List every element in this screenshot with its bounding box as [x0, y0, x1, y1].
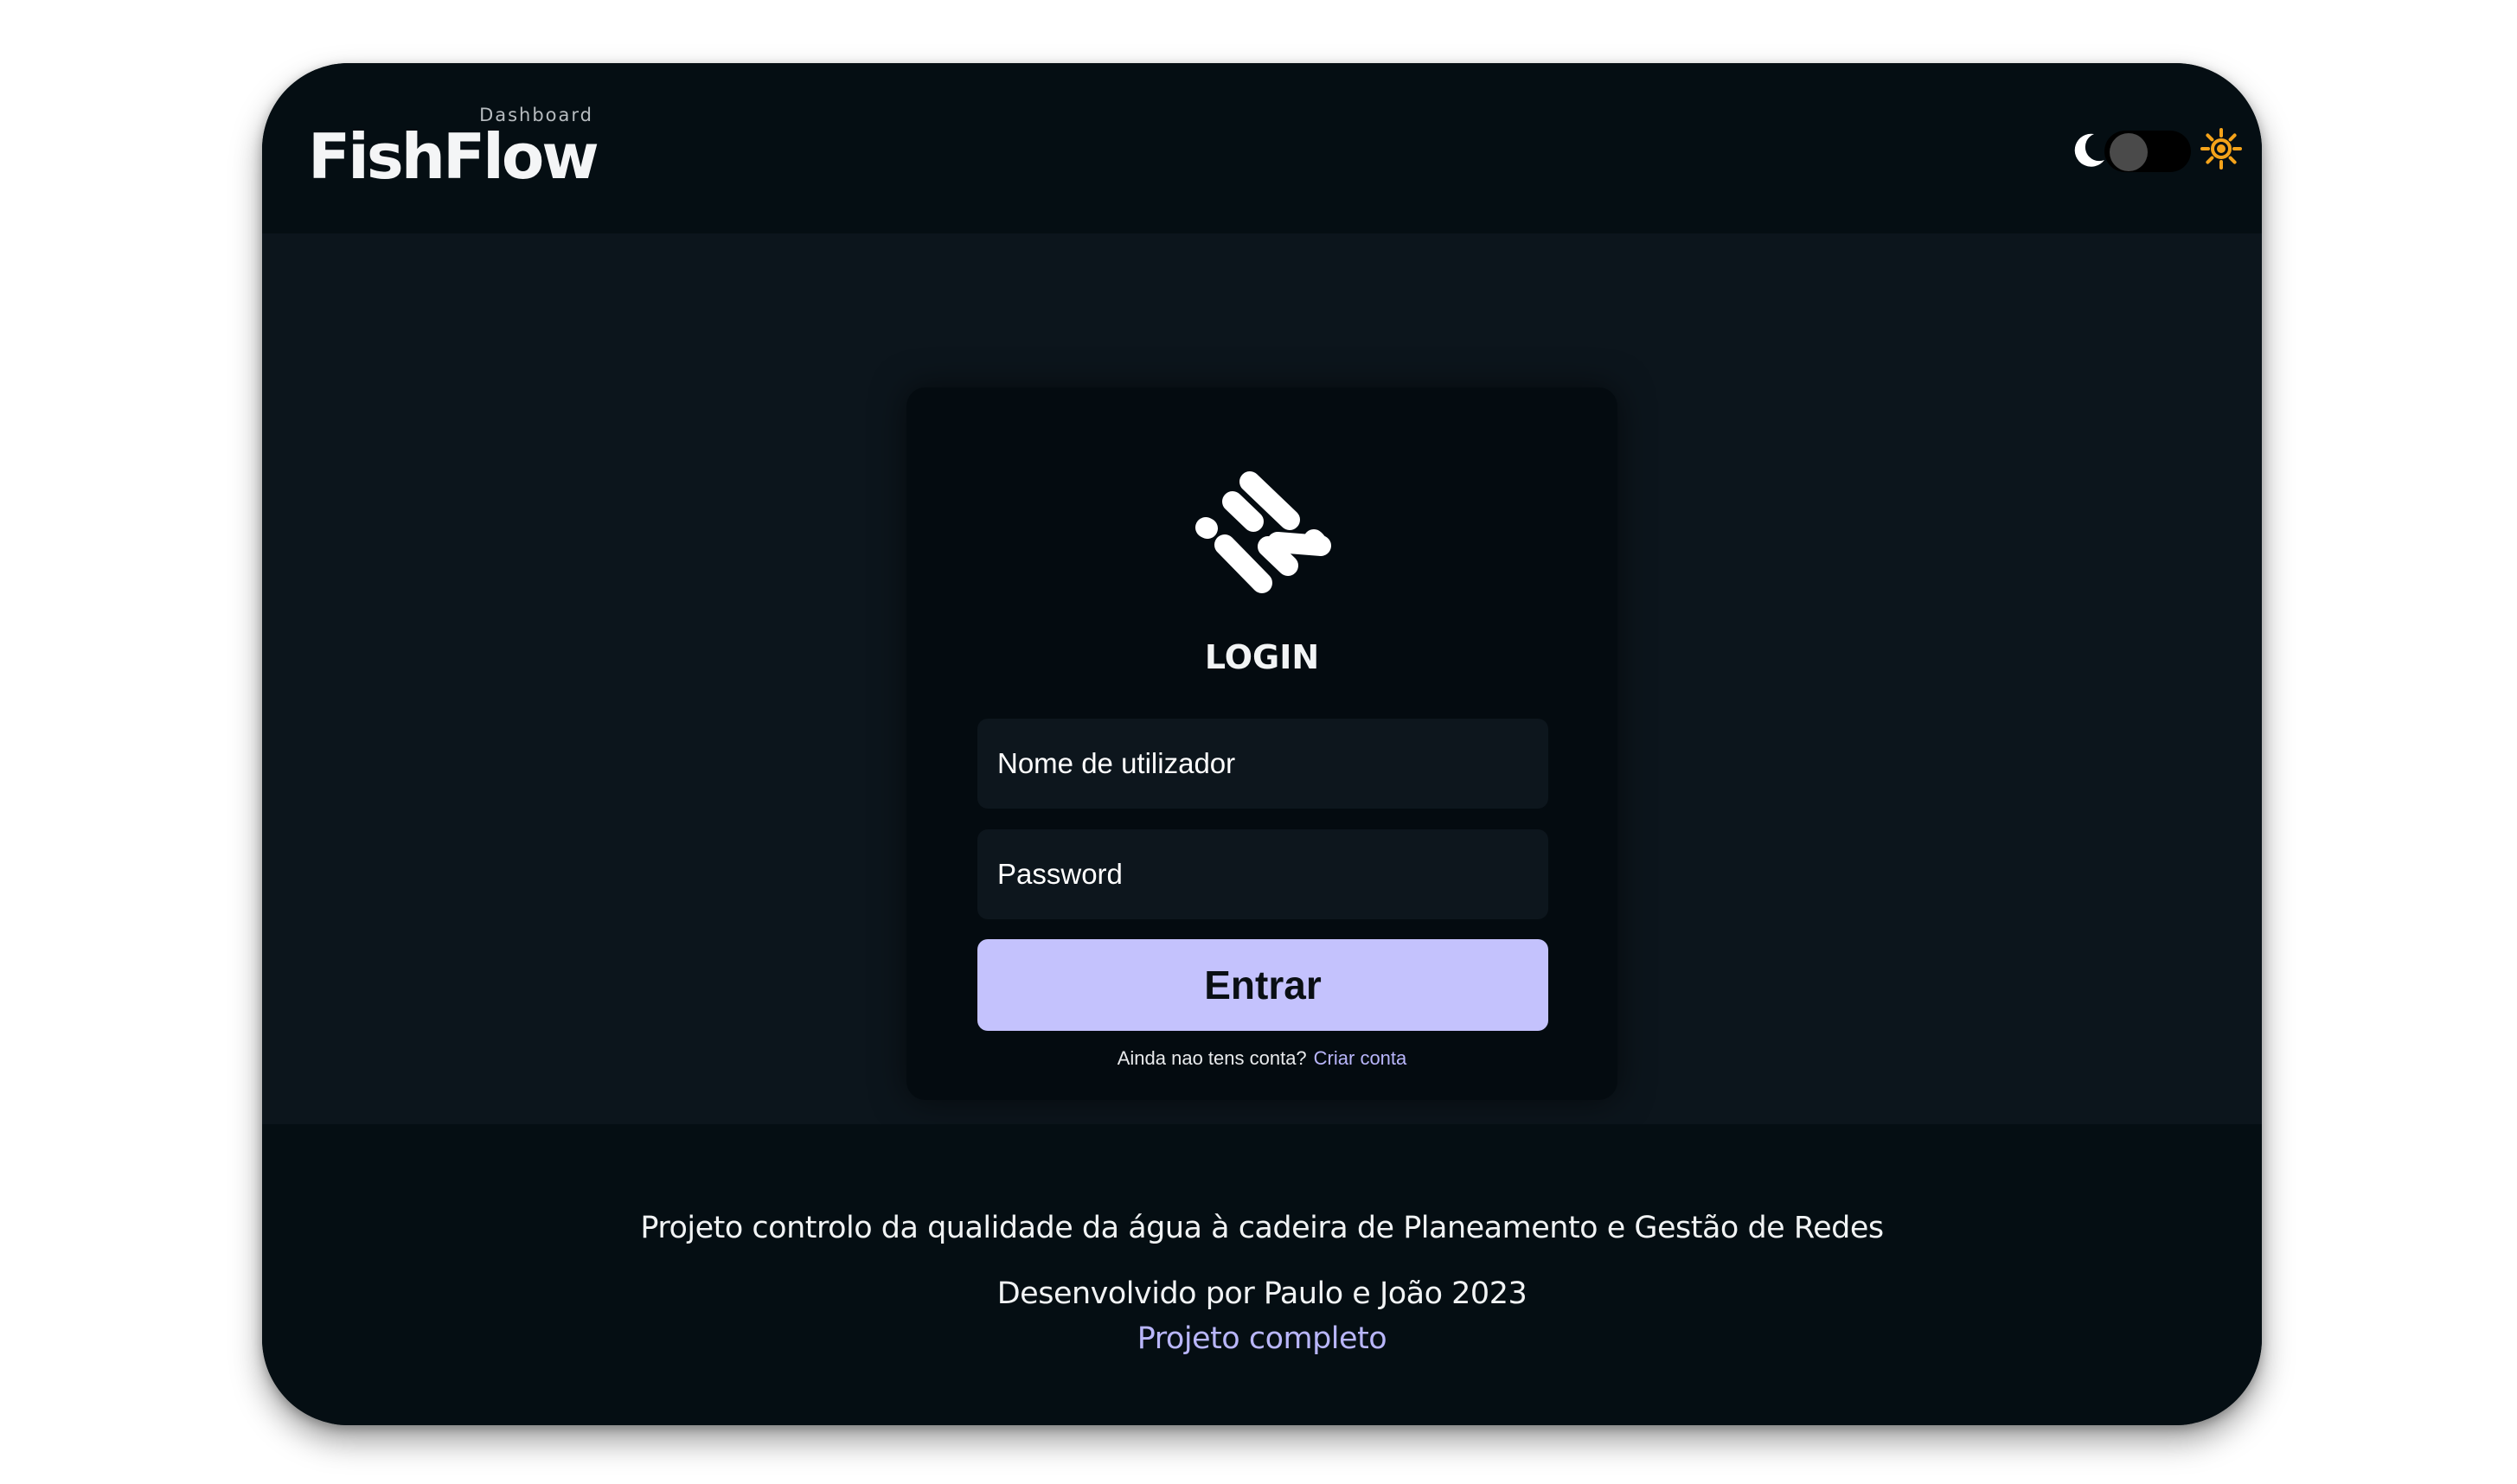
footer-credits: Desenvolvido por Paulo e João 2023	[996, 1276, 1527, 1311]
footer: Projeto controlo da qualidade da água à …	[262, 1124, 2262, 1425]
theme-switch-knob[interactable]	[2110, 133, 2148, 171]
signup-prompt-text: Ainda nao tens conta?	[1117, 1047, 1307, 1069]
moon-icon	[2074, 133, 2104, 167]
full-project-link[interactable]: Projeto completo	[262, 1321, 2262, 1356]
login-submit-button[interactable]: Entrar	[977, 939, 1548, 1031]
username-input[interactable]	[977, 719, 1548, 809]
app-window: Dashboard FishFlow LOGIN Nome de utiliza…	[262, 63, 2262, 1425]
fishflow-logo-icon	[1195, 471, 1331, 593]
footer-description: Projeto controlo da qualidade da água à …	[640, 1211, 1884, 1245]
password-input[interactable]	[977, 829, 1548, 919]
theme-toggle[interactable]	[2070, 124, 2243, 176]
login-card: LOGIN Entrar Ainda nao tens conta? Criar …	[906, 387, 1617, 1100]
sun-icon	[2200, 128, 2242, 170]
brand-name: FishFlow	[308, 120, 599, 193]
login-title: LOGIN	[1204, 638, 1320, 676]
brand-logo[interactable]: Dashboard FishFlow	[308, 106, 599, 210]
create-account-link[interactable]: Criar conta	[1314, 1047, 1407, 1069]
main-content: LOGIN Entrar Ainda nao tens conta? Criar …	[262, 233, 2262, 1124]
top-bar: Dashboard FishFlow	[262, 63, 2262, 233]
signup-prompt-line: Ainda nao tens conta? Criar conta	[906, 1047, 1617, 1070]
theme-switch-track[interactable]	[2104, 131, 2191, 172]
